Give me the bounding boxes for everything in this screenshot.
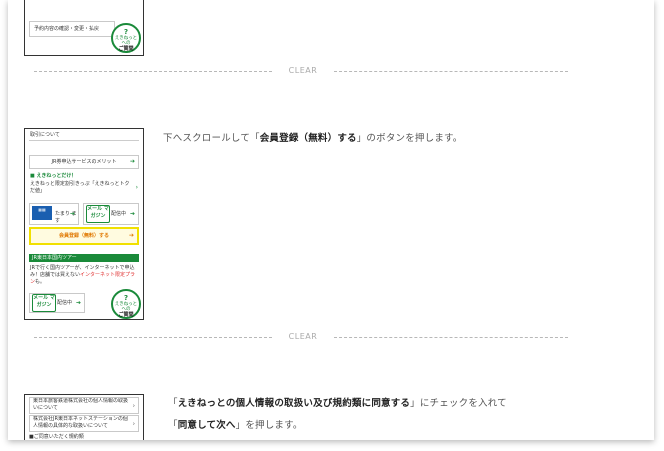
divider-line-left bbox=[34, 337, 272, 338]
step3-text-post2: 」を押します。 bbox=[235, 420, 303, 431]
step3-instruction: 「えきねっとの個人情報の取扱い及び規約類に同意する」にチェックを入れて 「同意し… bbox=[168, 393, 507, 437]
mail-magazine-banner: メール マガジン 配信中 ➔ bbox=[83, 203, 139, 225]
arrow-right-icon: › bbox=[135, 184, 138, 191]
shot-top-text: 取引について bbox=[30, 132, 60, 138]
terms-heading: ■ご同意いただく規約類 bbox=[29, 433, 84, 440]
mail-magazine-icon: メール マガジン bbox=[32, 294, 56, 312]
question-badge: ? えきねっとへの ご質問 bbox=[111, 289, 141, 319]
privacy-link-1: 東日本旅客鉄道株式会社の個人情報の取扱いについて › bbox=[29, 397, 139, 414]
privacy-link-1-text: 東日本旅客鉄道株式会社の個人情報の取扱いについて bbox=[33, 398, 129, 411]
green-square-icon: ■ bbox=[30, 173, 35, 179]
tour-description: JRで行く国内ツアーが、インターネットで申込み！店舗では買えないインターネット限… bbox=[30, 265, 138, 286]
arrow-right-icon: ➔ bbox=[129, 210, 135, 218]
divider-line-right bbox=[334, 71, 568, 72]
content-page: 予約内容の確認・変更・払戻 ? えきねっとへの ご質問 CLEAR 取引について… bbox=[8, 0, 654, 440]
step3-text-pre: 「 bbox=[168, 398, 178, 409]
arrow-right-icon: ➔ bbox=[75, 299, 81, 307]
divider-line-right bbox=[334, 337, 568, 338]
step2-instruction: 下へスクロールして「会員登録（無料）する」のボタンを押します。 bbox=[163, 128, 463, 150]
step3-screenshot: 東日本旅客鉄道株式会社の個人情報の取扱いについて › 株式会社JR東日本ネットス… bbox=[24, 394, 144, 440]
mail-magazine-icon: メール マガジン bbox=[86, 205, 110, 223]
badge-small-label: えきねっとへの bbox=[114, 301, 138, 312]
merit-link-label: JR券申込サービスのメリット bbox=[51, 159, 117, 165]
register-free-button[interactable]: 会員登録（無料）する ➔ bbox=[29, 227, 139, 245]
step1-screenshot: 予約内容の確認・変更・払戻 ? えきねっとへの ご質問 bbox=[24, 0, 144, 56]
step3-text-bold2: 同意して次へ bbox=[177, 420, 236, 431]
mail-magazine-banner-2: メール マガジン 配信中 ➔ bbox=[29, 293, 85, 313]
arrow-right-icon: › bbox=[132, 402, 135, 409]
question-badge: ? えきねっとへの ご質問 bbox=[111, 23, 141, 53]
step2-text-post: 」のボタンを押します。 bbox=[356, 133, 463, 144]
arrow-right-icon: ➔ bbox=[69, 210, 75, 218]
badge-big-label: ご質問 bbox=[118, 311, 134, 318]
privacy-link-2-text: 株式会社JR東日本ネットステーションの個人情報の具体的な取扱いについて bbox=[33, 416, 128, 429]
clear-divider-1: CLEAR bbox=[34, 66, 568, 76]
magazine-label: 配信中 bbox=[111, 211, 127, 217]
ekinet-only-heading: ■ えきねっとだけ！ bbox=[30, 172, 76, 179]
reservation-change-label: 予約内容の確認・変更・払戻 bbox=[34, 26, 100, 32]
arrow-right-icon: ➔ bbox=[128, 232, 134, 239]
clear-label: CLEAR bbox=[288, 66, 318, 75]
badge-big-label: ご質問 bbox=[118, 45, 134, 52]
ekinet-tokudane-text: えきねっと限定割引きっぷ「えきねっとトクだ値」 bbox=[30, 181, 130, 194]
clear-divider-2: CLEAR bbox=[34, 332, 568, 342]
step2-screenshot: 取引について JR券申込サービスのメリット ➔ ■ えきねっとだけ！ えきねっと… bbox=[24, 128, 144, 320]
badge-small-label: えきねっとへの bbox=[114, 35, 138, 46]
register-free-label: 会員登録（無料）する bbox=[58, 233, 109, 239]
reservation-change-link: 予約内容の確認・変更・払戻 bbox=[29, 21, 115, 37]
merit-link: JR券申込サービスのメリット ➔ bbox=[29, 155, 139, 169]
tour-text-1: JRで行く国内ツアーが、インターネットで申込 bbox=[30, 265, 135, 271]
terms-heading-text: ご同意いただく規約類 bbox=[33, 434, 84, 440]
privacy-link-2: 株式会社JR東日本ネットステーションの個人情報の具体的な取扱いについて › bbox=[29, 415, 139, 432]
tour-heading-text: JR東日本国内ツアー bbox=[32, 255, 77, 261]
point-banner: ▦▦ たまり ます ➔ bbox=[29, 203, 79, 225]
divider-line-left bbox=[34, 71, 272, 72]
step3-text-bold1: えきねっとの個人情報の取扱い及び規約類に同意する bbox=[177, 398, 411, 409]
clear-label: CLEAR bbox=[288, 332, 318, 341]
step3-text-pre2: 「 bbox=[168, 420, 178, 431]
step3-text-mid: 」にチェックを入れて bbox=[410, 398, 507, 409]
ekinet-only-text: えきねっとだけ！ bbox=[36, 173, 77, 179]
step2-text-bold: 会員登録（無料）する bbox=[259, 133, 357, 144]
point-card-icon: ▦▦ bbox=[32, 206, 52, 220]
arrow-right-icon: › bbox=[132, 420, 135, 427]
shot-rule bbox=[29, 140, 139, 141]
tour-text-3: も。 bbox=[35, 279, 46, 285]
step3-line-1: 「えきねっとの個人情報の取扱い及び規約類に同意する」にチェックを入れて bbox=[168, 393, 507, 415]
magazine-label-2: 配信中 bbox=[57, 300, 73, 306]
arrow-right-icon: ➔ bbox=[129, 158, 135, 165]
tour-heading: JR東日本国内ツアー bbox=[29, 254, 139, 262]
step2-text-pre: 下へスクロールして「 bbox=[163, 133, 260, 144]
step3-line-2: 「同意して次へ」を押します。 bbox=[168, 415, 507, 437]
tour-text-2: み！店舗では買えない bbox=[30, 272, 81, 278]
